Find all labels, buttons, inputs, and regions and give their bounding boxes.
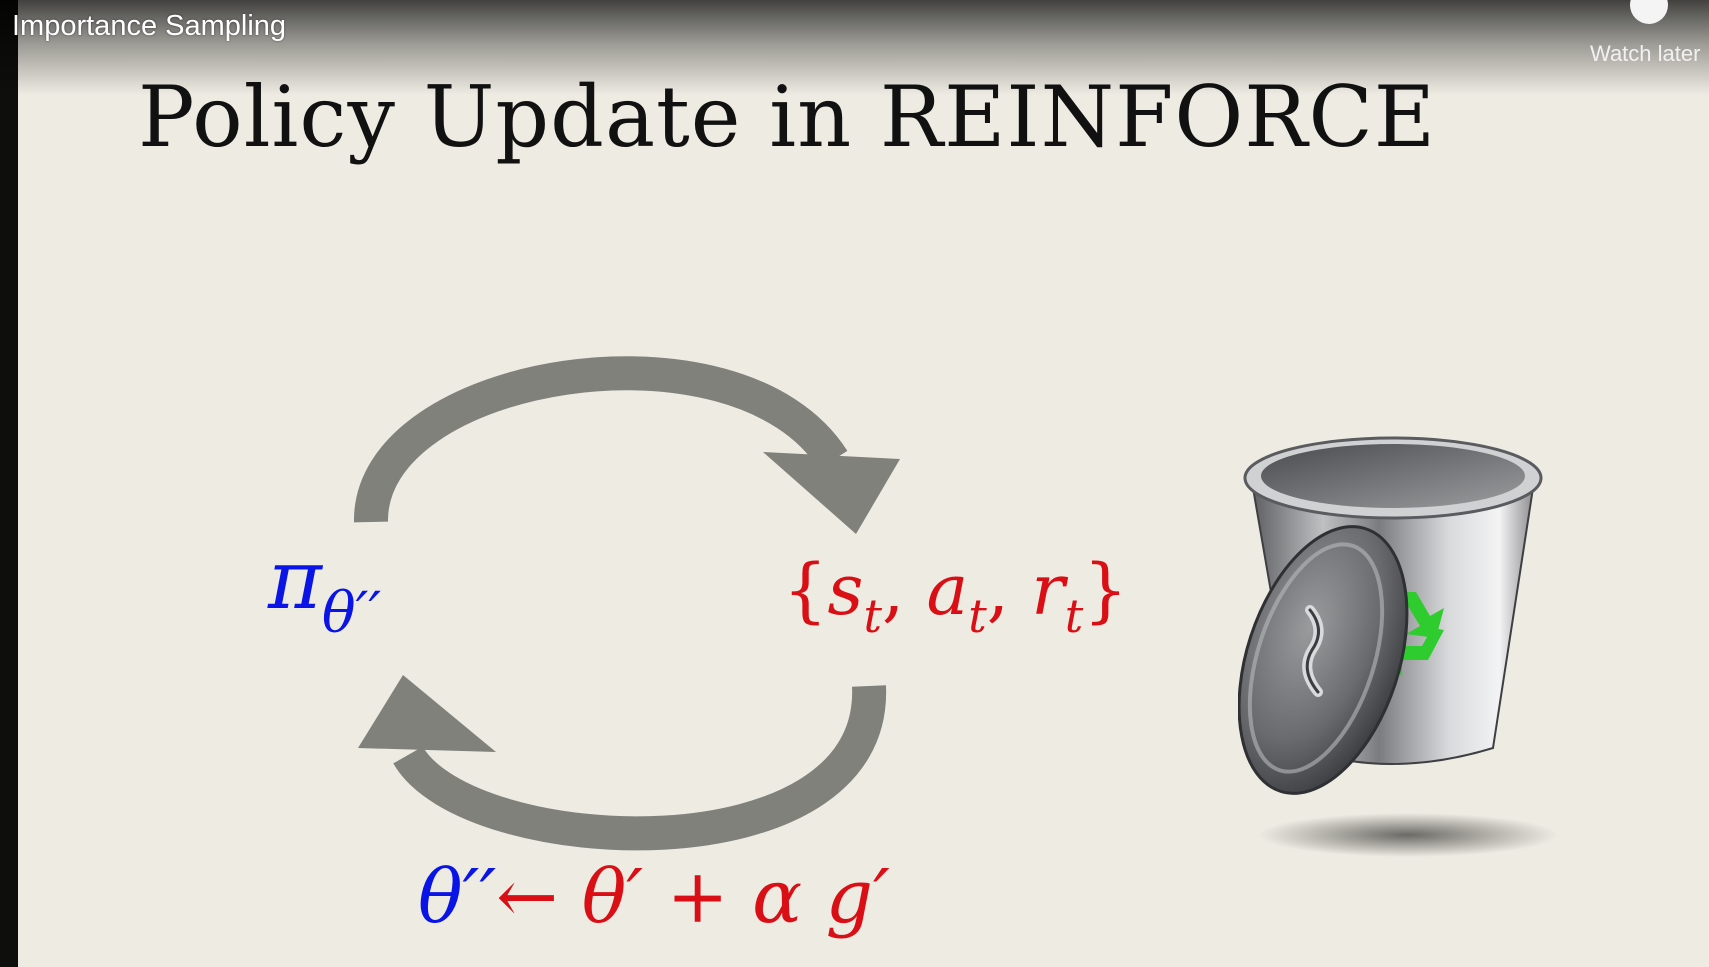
update-rule: θ′′← θ′ + α g′ (418, 860, 890, 934)
theta-double-prime: θ′′ (418, 854, 497, 940)
slide: Policy Update in REINFORCE πθ′′ {st, at,… (18, 0, 1709, 967)
close-brace: } (1083, 549, 1128, 631)
bottom-arrow-head (358, 675, 496, 752)
state-symbol: s (827, 549, 864, 631)
policy-label: πθ′′ (268, 540, 381, 642)
alpha-symbol: α (752, 854, 803, 940)
top-arrow-head (763, 452, 900, 534)
theta-prime: θ′ (581, 854, 644, 940)
action-subscript: t (968, 589, 987, 643)
assign-arrow: ← (496, 854, 559, 940)
comma-2: , (986, 549, 1010, 631)
trash-shadow (1258, 813, 1558, 857)
action-symbol: a (926, 549, 969, 631)
video-title[interactable]: Importance Sampling (12, 10, 286, 43)
video-player[interactable]: Policy Update in REINFORCE πθ′′ {st, at,… (0, 0, 1709, 967)
clock-icon (1630, 0, 1668, 24)
watch-later-button[interactable]: Watch later (1570, 0, 1709, 76)
reward-symbol: r (1031, 549, 1065, 631)
trash-can-icon (1238, 436, 1558, 857)
bottom-arc-arrow (393, 685, 887, 851)
state-subscript: t (863, 589, 882, 643)
trajectory-label: {st, at, rt} (783, 555, 1128, 639)
reward-subscript: t (1064, 589, 1084, 643)
watch-later-label: Watch later (1590, 41, 1701, 66)
comma-1: , (881, 549, 905, 631)
top-arc-arrow (353, 356, 848, 523)
trash-opening (1261, 444, 1525, 508)
pi-symbol: π (268, 533, 322, 628)
gradient-prime: g′ (825, 854, 890, 940)
open-brace: { (783, 549, 828, 631)
policy-subscript: θ′′ (321, 581, 382, 646)
plus-sign: + (666, 854, 729, 940)
